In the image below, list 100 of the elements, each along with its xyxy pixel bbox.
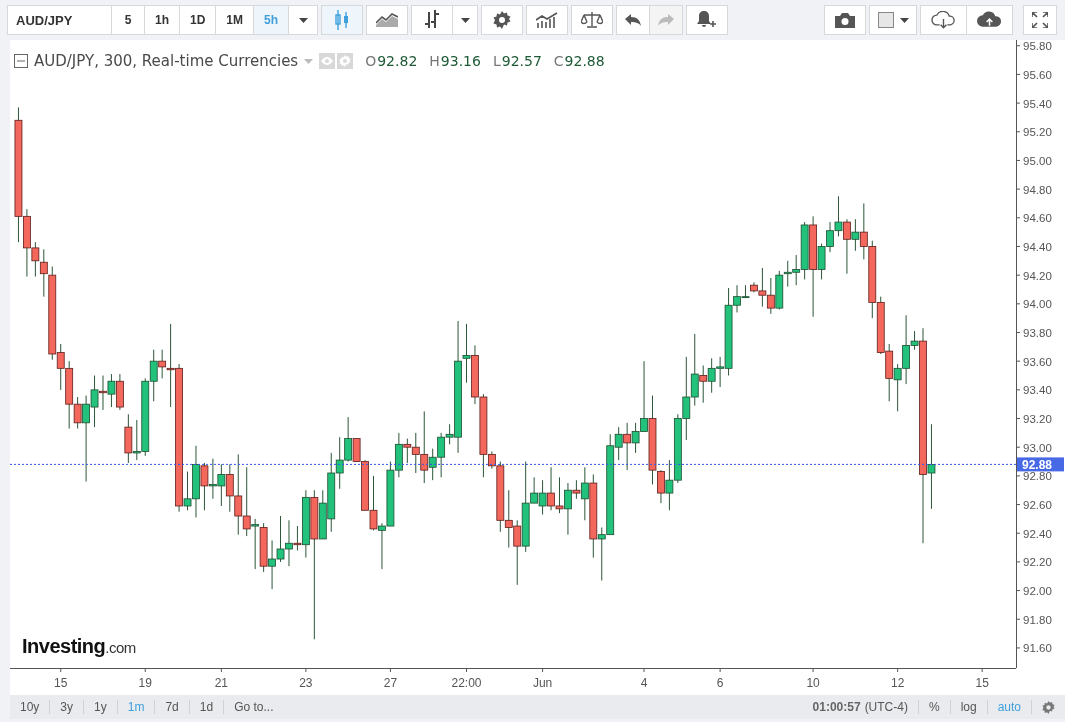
cloud-upload-icon [977, 11, 1002, 29]
bell-plus-icon [697, 11, 718, 29]
ohlc-value: C92.88 [553, 53, 605, 69]
square-icon [877, 12, 894, 28]
candlestick [242, 466, 251, 537]
axis-label: 93.60 [1023, 355, 1052, 368]
camera-icon [835, 12, 855, 28]
scale-toggle[interactable]: log [949, 700, 987, 714]
indicators-button[interactable] [526, 5, 569, 35]
clock-time: 01:00:57 [812, 700, 861, 714]
caret-icon [298, 17, 308, 23]
candlestick [876, 296, 885, 355]
axis-label: 94.60 [1023, 212, 1052, 225]
candlestick-icon [335, 10, 350, 30]
candlestick [276, 515, 285, 563]
download-button[interactable] [920, 5, 967, 35]
chart-style-button[interactable] [411, 5, 454, 35]
bar-chart-icon [425, 10, 440, 30]
axis-label: 4 [640, 676, 648, 690]
undo-button[interactable] [616, 5, 651, 35]
candlestick [259, 522, 268, 573]
axis-label: 92.20 [1023, 556, 1052, 569]
range-button[interactable]: 10y [10, 700, 51, 714]
axis-label: 94.40 [1023, 240, 1052, 253]
snapshot-button[interactable] [824, 5, 866, 35]
ref-line-label: 92.88 [1022, 457, 1053, 472]
axis-label: 93.40 [1023, 384, 1052, 397]
axis-label: 23 [299, 676, 313, 690]
compare-button[interactable] [571, 5, 614, 35]
symbol-field[interactable]: AUD/JPY [7, 5, 112, 35]
axis-label: 27 [383, 676, 398, 690]
range-button[interactable]: 1d [189, 700, 225, 714]
interval-button[interactable]: 1D [179, 5, 217, 35]
ohlc-value: H93.16 [429, 53, 481, 69]
cloud-download-icon [931, 11, 956, 29]
axis-label: 12 [890, 676, 905, 690]
range-button[interactable]: 7d [155, 700, 190, 714]
range-button[interactable]: 1y [84, 700, 118, 714]
timezone: (UTC-4) [864, 700, 908, 714]
candlestick [538, 479, 547, 516]
chart-style-dropdown[interactable] [452, 5, 479, 35]
interval-button[interactable]: 1M [215, 5, 255, 35]
axis-label: 91.60 [1023, 642, 1052, 655]
candlestick [673, 413, 682, 484]
upload-button[interactable] [966, 5, 1013, 35]
settings-icon[interactable] [1042, 700, 1055, 714]
settings-icon [493, 11, 512, 29]
collapse-icon[interactable] [14, 54, 28, 68]
candlestick [217, 463, 226, 507]
caret-icon [899, 17, 909, 23]
candlestick [107, 373, 116, 408]
axis-label: 15 [975, 676, 989, 690]
candlestick [707, 357, 716, 394]
axis-label: 93.80 [1023, 327, 1052, 339]
axis-label: 94.00 [1023, 298, 1052, 311]
fullscreen-button[interactable] [1023, 5, 1057, 35]
fullscreen-icon [1032, 12, 1048, 28]
axis-label: 6 [716, 676, 724, 690]
axis-label: Jun [532, 676, 553, 690]
axis-label: 93.20 [1023, 413, 1052, 425]
candlestick [504, 489, 513, 549]
settings-icon [339, 55, 352, 67]
settings-button[interactable] [481, 5, 524, 35]
axis-label: 15 [54, 676, 68, 690]
axis-label: 92.80 [1023, 470, 1052, 483]
interval-dropdown[interactable] [288, 5, 319, 35]
redo-icon [658, 14, 675, 26]
eye-icon [321, 56, 334, 66]
goto-button[interactable]: Go to... [224, 700, 284, 714]
candlestick [124, 413, 133, 464]
ohlc-value: O92.82 [365, 53, 418, 69]
color-button[interactable] [869, 5, 917, 35]
candlestick [369, 475, 378, 531]
axis-label: 22:00 [451, 676, 482, 690]
candlestick [885, 343, 894, 402]
axis-label: 94.20 [1023, 269, 1052, 282]
candlestick [513, 519, 522, 586]
axis-label: 92.00 [1023, 585, 1052, 598]
axis-label: 95.60 [1023, 68, 1052, 81]
scale-toggle[interactable]: % [917, 700, 950, 714]
axis-label: 95.40 [1023, 97, 1052, 110]
interval-button[interactable]: 1h [144, 5, 180, 35]
price-label: 92.88 [1017, 457, 1064, 472]
scales-icon [581, 12, 604, 28]
axis-label: 10 [806, 676, 820, 690]
axis-label: 95.00 [1023, 154, 1052, 167]
alert-button[interactable] [686, 5, 729, 35]
indicators-icon [536, 12, 559, 28]
candlestick [555, 476, 564, 514]
axis-label: 93.00 [1023, 441, 1052, 454]
candlestick [766, 277, 775, 315]
candlestick [251, 518, 260, 570]
series-title: AUD/JPY, 300, Real-time Currencies [34, 52, 299, 70]
axis-label: 95.20 [1023, 126, 1052, 139]
interval-button[interactable]: 5 [111, 5, 145, 35]
axis-label: 92.60 [1023, 499, 1052, 512]
axis-label: 94.80 [1023, 183, 1052, 196]
axis-label: 91.80 [1023, 613, 1052, 626]
range-button[interactable]: 3y [50, 700, 85, 714]
candlestick [834, 195, 843, 237]
